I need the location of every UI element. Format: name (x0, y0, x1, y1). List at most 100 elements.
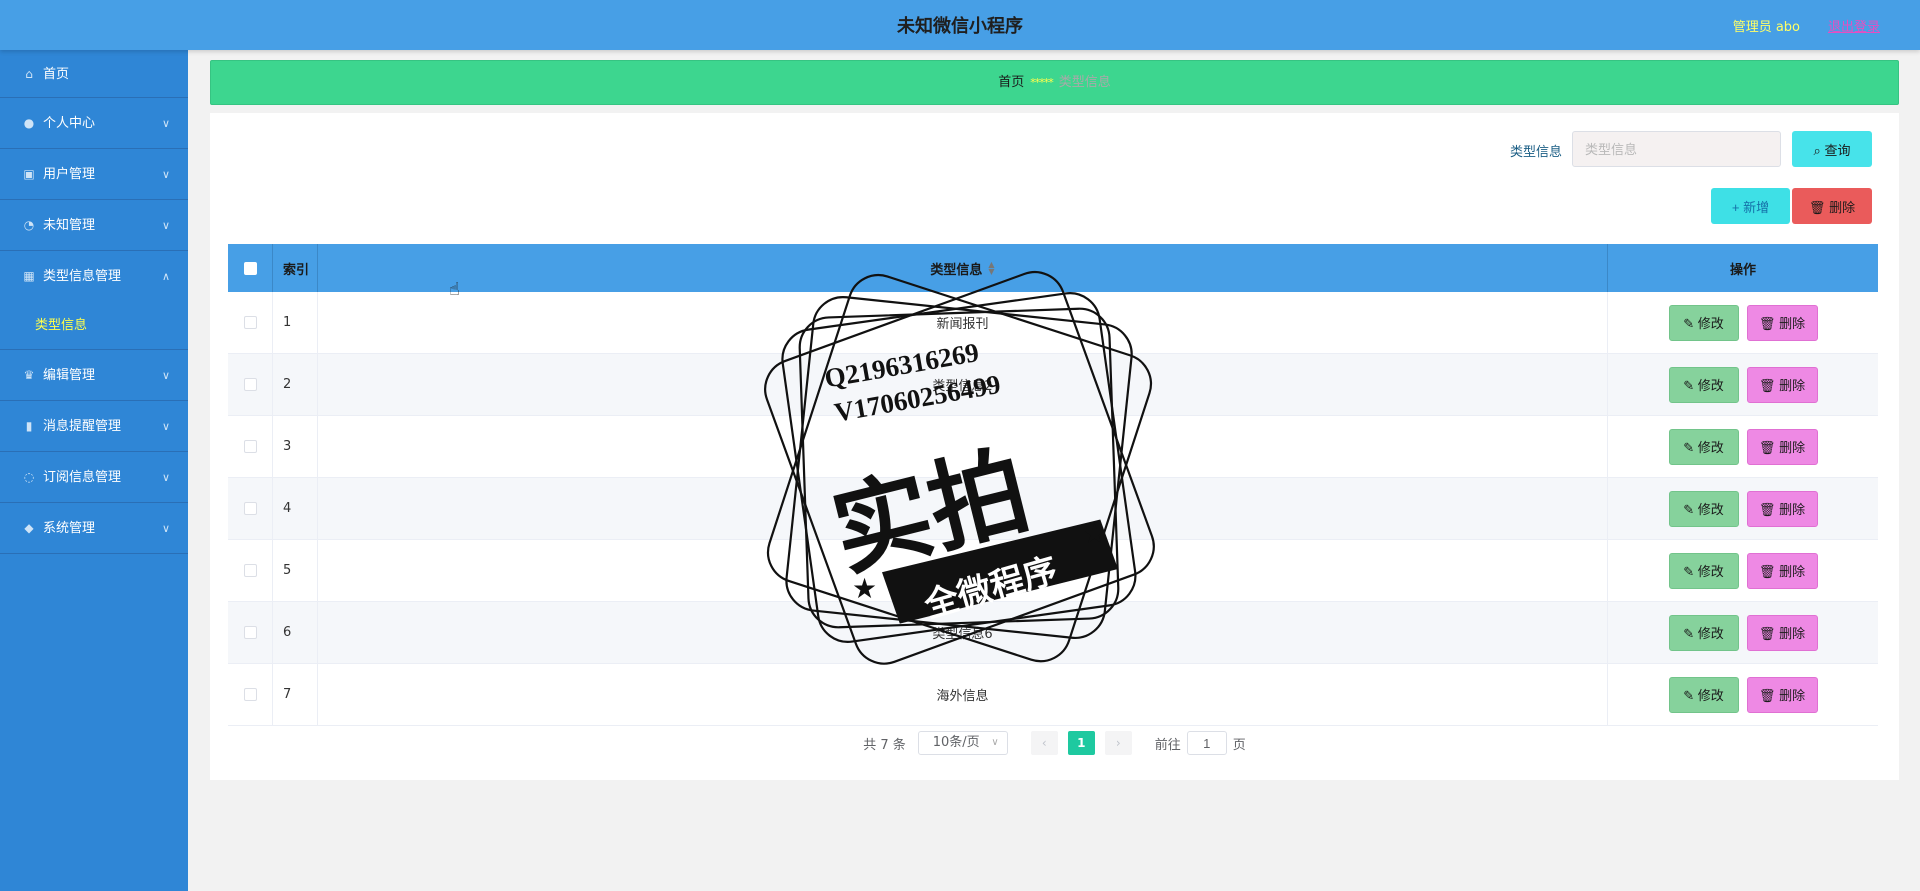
sidebar-item-unknown-management[interactable]: ◔ 未知管理 ∨ (0, 200, 188, 251)
sidebar-item-label: 编辑管理 (43, 368, 96, 383)
page-size-select[interactable]: 10条/页 ∨ (917, 731, 1008, 755)
table-row: 3 ✎ 修改 🗑 删除 (228, 416, 1878, 478)
sidebar-item-edit-management[interactable]: ♛ 编辑管理 ∨ (0, 350, 188, 401)
sidebar-item-label: 未知管理 (43, 218, 96, 233)
row-checkbox[interactable] (243, 688, 257, 701)
chevron-down-icon: ∨ (161, 219, 170, 232)
pencil-icon: ✎ (1683, 440, 1695, 455)
trash-icon: 🗑 (1758, 688, 1776, 703)
row-type-info (318, 478, 1608, 539)
trash-icon: 🗑 (1758, 440, 1776, 455)
pencil-icon: ✎ (1683, 688, 1695, 703)
delete-button[interactable]: 🗑 删除 (1746, 304, 1818, 341)
prev-page-button[interactable]: ‹ (1030, 731, 1058, 755)
sidebar-item-subscription[interactable]: ◌ 订阅信息管理 ∨ (0, 452, 188, 503)
row-checkbox[interactable] (243, 564, 257, 577)
row-checkbox[interactable] (243, 378, 257, 391)
row-index: 6 (273, 602, 318, 663)
home-icon: ⌂ (25, 67, 33, 81)
row-checkbox[interactable] (243, 626, 257, 639)
column-header-info[interactable]: 类型信息 ▲ ▼ (318, 244, 1608, 292)
select-all-checkbox[interactable] (243, 261, 257, 275)
trophy-icon: ♛ (23, 368, 35, 382)
search-button[interactable]: ⌕ 查询 (1792, 131, 1872, 167)
edit-button[interactable]: ✎ 修改 (1668, 552, 1739, 589)
sidebar-item-user-management[interactable]: ▣ 用户管理 ∨ (0, 149, 188, 200)
chevron-down-icon: ∨ (161, 471, 170, 484)
edit-button-label: 修改 (1697, 316, 1724, 331)
row-type-info: 类型信息2 (318, 354, 1608, 415)
admin-label: 管理员 abo (1732, 20, 1800, 35)
delete-button[interactable]: 🗑 删除 (1746, 490, 1818, 527)
sidebar-item-personal-center[interactable]: ● 个人中心 ∨ (0, 98, 188, 149)
breadcrumb: 首页 ***** 类型信息 (210, 60, 1899, 105)
sidebar-item-label: 系统管理 (43, 521, 96, 536)
sort-icon[interactable]: ▲ ▼ (988, 261, 994, 276)
row-checkbox[interactable] (243, 440, 257, 453)
next-page-button[interactable]: › (1104, 731, 1132, 755)
chevron-up-icon: ∧ (161, 270, 170, 283)
edit-button-label: 修改 (1697, 502, 1724, 517)
breadcrumb-current: 类型信息 (1058, 75, 1111, 90)
sidebar-item-label: 订阅信息管理 (43, 470, 122, 485)
batch-delete-button[interactable]: 🗑 删除 (1792, 188, 1872, 224)
edit-button[interactable]: ✎ 修改 (1668, 676, 1739, 713)
row-index: 5 (273, 540, 318, 601)
sidebar: ⌂ 首页 ● 个人中心 ∨ ▣ 用户管理 ∨ ◔ 未知管理 ∨ ▦ 类型信息管理 ∧ 类型… (0, 50, 188, 891)
row-index: 7 (273, 664, 318, 725)
trash-icon: 🗑 (1808, 199, 1826, 215)
table-row: 7 海外信息 ✎ 修改 🗑 删除 (228, 664, 1878, 726)
breadcrumb-home[interactable]: 首页 (998, 75, 1024, 90)
sidebar-item-home[interactable]: ⌂ 首页 (0, 50, 188, 98)
search-input[interactable] (1572, 131, 1781, 167)
grid-icon: ▦ (23, 269, 35, 283)
pagination-total: 共 7 条 (863, 737, 906, 753)
sidebar-item-label: 用户管理 (43, 167, 96, 182)
page-size-value: 10条/页 (932, 735, 980, 750)
logout-link[interactable]: 退出登录 (1828, 16, 1880, 35)
table-row: 5 ✎ 修改 🗑 删除 (228, 540, 1878, 602)
delete-button-label: 删除 (1779, 502, 1806, 517)
page-number-button[interactable]: 1 (1067, 731, 1095, 755)
delete-button[interactable]: 🗑 删除 (1746, 552, 1818, 589)
row-type-info: 海外信息 (318, 664, 1608, 725)
row-index: 1 (273, 292, 318, 353)
edit-button[interactable]: ✎ 修改 (1668, 304, 1739, 341)
edit-button[interactable]: ✎ 修改 (1668, 614, 1739, 651)
trash-icon: 🗑 (1758, 502, 1776, 517)
trash-icon: 🗑 (1758, 564, 1776, 579)
delete-button[interactable]: 🗑 删除 (1746, 614, 1818, 651)
delete-button[interactable]: 🗑 删除 (1746, 428, 1818, 465)
user-icon: ● (23, 116, 35, 130)
row-type-info: 新闻报刊 (318, 292, 1608, 353)
goto-page-input[interactable] (1186, 731, 1227, 755)
search-label: 类型信息 (1509, 145, 1562, 160)
edit-button[interactable]: ✎ 修改 (1668, 490, 1739, 527)
table-header-row: 索引 类型信息 ▲ ▼ 操作 (228, 244, 1878, 292)
row-checkbox[interactable] (243, 502, 257, 515)
row-index: 4 (273, 478, 318, 539)
add-button[interactable]: + 新增 (1711, 188, 1790, 224)
batch-delete-label: 删除 (1829, 199, 1856, 215)
edit-button[interactable]: ✎ 修改 (1668, 366, 1739, 403)
sidebar-item-label: 消息提醒管理 (43, 419, 122, 434)
trash-icon: 🗑 (1758, 626, 1776, 641)
column-header-ops: 操作 (1729, 262, 1756, 278)
table-row: 1 新闻报刊 ✎ 修改 🗑 删除 (228, 292, 1878, 354)
pencil-icon: ✎ (1683, 316, 1695, 331)
column-header-index: 索引 (273, 244, 318, 292)
delete-button[interactable]: 🗑 删除 (1746, 676, 1818, 713)
sidebar-item-system-management[interactable]: ◆ 系统管理 ∨ (0, 503, 188, 554)
row-checkbox[interactable] (243, 316, 257, 329)
edit-button-label: 修改 (1697, 440, 1724, 455)
sidebar-item-label: 类型信息管理 (43, 269, 122, 284)
trash-icon: 🗑 (1758, 316, 1776, 331)
chevron-down-icon: ∨ (991, 737, 999, 748)
delete-button[interactable]: 🗑 删除 (1746, 366, 1818, 403)
delete-button-label: 删除 (1779, 316, 1806, 331)
sidebar-item-type-info-management[interactable]: ▦ 类型信息管理 ∧ (0, 251, 188, 302)
goto-prefix: 前往 (1154, 737, 1181, 753)
sidebar-item-message-reminder[interactable]: ▮ 消息提醒管理 ∨ (0, 401, 188, 452)
edit-button[interactable]: ✎ 修改 (1668, 428, 1739, 465)
sidebar-subitem-type-info[interactable]: 类型信息 (0, 302, 188, 350)
